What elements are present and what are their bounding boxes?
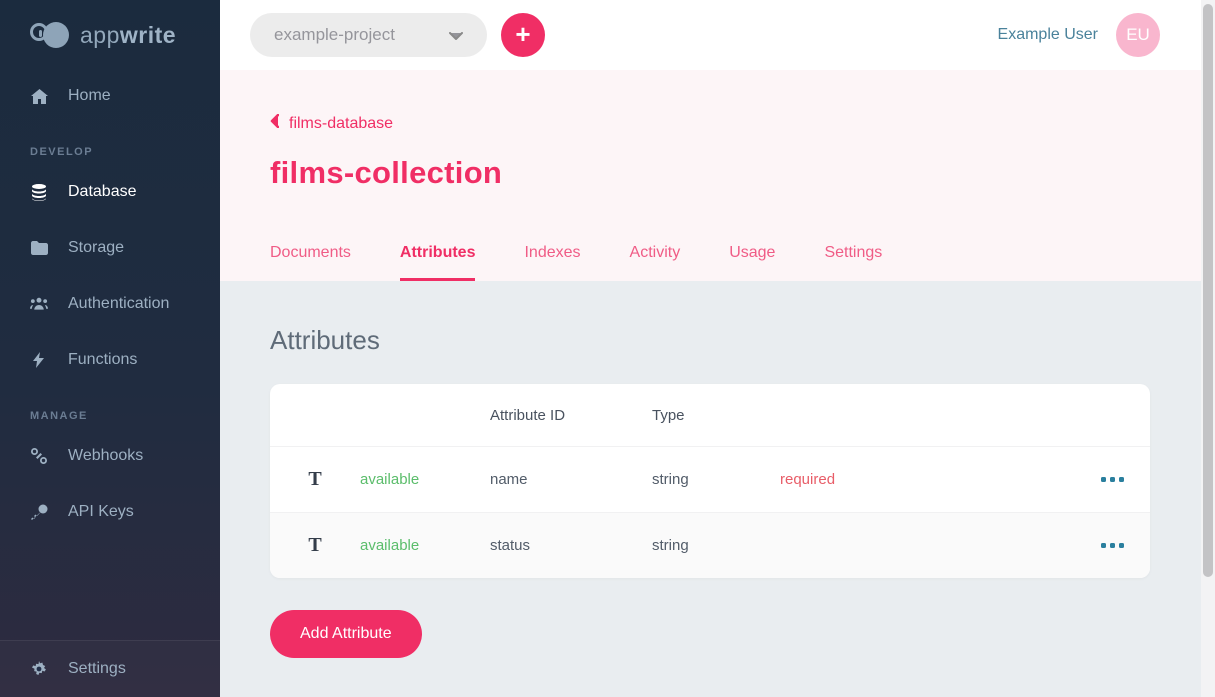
sidebar-item-settings[interactable]: Settings — [0, 640, 220, 697]
app-window: appwrite Home DEVELOP Database Stor — [0, 0, 1215, 697]
type-cell: string — [652, 471, 780, 488]
table-row: T available name string required — [270, 446, 1150, 512]
scrollbar-thumb[interactable] — [1203, 4, 1213, 577]
tab-settings[interactable]: Settings — [824, 244, 882, 281]
sidebar-section-manage: MANAGE — [30, 410, 190, 422]
sidebar-item-home[interactable]: Home — [0, 76, 220, 116]
topbar: example-project + Example User EU — [220, 0, 1215, 70]
required-flag: required — [780, 471, 1080, 488]
user-name-link[interactable]: Example User — [998, 26, 1098, 44]
string-type-icon: T — [308, 534, 321, 557]
column-header-type: Type — [652, 407, 780, 424]
appwrite-logo[interactable]: appwrite — [0, 0, 220, 70]
sidebar-item-storage[interactable]: Storage — [0, 228, 220, 268]
tab-usage[interactable]: Usage — [729, 244, 775, 281]
content-area: Attributes Attribute ID Type T available… — [220, 281, 1215, 697]
topbar-user-area: Example User EU — [998, 13, 1185, 57]
lightning-icon — [30, 352, 48, 368]
folder-icon — [30, 241, 48, 255]
plus-icon: + — [515, 21, 530, 47]
sidebar-item-webhooks[interactable]: Webhooks — [0, 436, 220, 476]
add-project-button[interactable]: + — [501, 13, 545, 57]
table-header-row: Attribute ID Type — [270, 384, 1150, 446]
sidebar-item-label: Database — [68, 183, 137, 201]
attribute-id-cell: status — [490, 537, 652, 554]
sidebar-item-functions[interactable]: Functions — [0, 340, 220, 380]
sidebar-item-label: Settings — [68, 660, 126, 678]
attribute-id-cell: name — [490, 471, 652, 488]
row-actions-menu-button[interactable] — [1080, 477, 1150, 482]
add-attribute-button[interactable]: Add Attribute — [270, 610, 422, 658]
tab-attributes[interactable]: Attributes — [400, 244, 476, 281]
status-badge: available — [360, 537, 490, 554]
sidebar-item-label: Storage — [68, 239, 124, 257]
status-badge: available — [360, 471, 490, 488]
tab-indexes[interactable]: Indexes — [524, 244, 580, 281]
sidebar-item-label: API Keys — [68, 503, 134, 521]
page-scrollbar[interactable] — [1201, 0, 1215, 697]
sidebar: appwrite Home DEVELOP Database Stor — [0, 0, 220, 697]
project-selector-value: example-project — [274, 25, 395, 45]
users-icon — [30, 297, 48, 311]
page-title: films-collection — [270, 155, 1215, 191]
table-row: T available status string — [270, 512, 1150, 578]
chevron-down-icon — [449, 25, 463, 45]
avatar[interactable]: EU — [1116, 13, 1160, 57]
sidebar-section-develop: DEVELOP — [30, 146, 190, 158]
tab-bar: Documents Attributes Indexes Activity Us… — [270, 244, 882, 281]
string-type-icon: T — [308, 468, 321, 491]
link-icon — [30, 448, 48, 464]
sidebar-item-api-keys[interactable]: API Keys — [0, 492, 220, 532]
tab-activity[interactable]: Activity — [630, 244, 681, 281]
sidebar-item-database[interactable]: Database — [0, 172, 220, 212]
row-actions-menu-button[interactable] — [1080, 543, 1150, 548]
home-icon — [30, 89, 48, 104]
column-header-attribute-id: Attribute ID — [490, 407, 652, 424]
avatar-initials: EU — [1126, 25, 1150, 45]
main-area: example-project + Example User EU fil — [220, 0, 1215, 697]
sidebar-item-label: Authentication — [68, 295, 169, 313]
page-header: films-database films-collection Document… — [220, 70, 1215, 281]
section-heading: Attributes — [270, 325, 1215, 356]
type-cell: string — [652, 537, 780, 554]
key-icon — [30, 504, 48, 520]
appwrite-logo-icon — [30, 22, 70, 48]
sidebar-item-label: Home — [68, 87, 111, 105]
sidebar-nav: Home DEVELOP Database Storage Authentic — [0, 70, 220, 532]
appwrite-logo-text: appwrite — [80, 22, 176, 49]
sidebar-item-authentication[interactable]: Authentication — [0, 284, 220, 324]
database-icon — [30, 184, 48, 201]
sidebar-item-label: Webhooks — [68, 447, 143, 465]
breadcrumb[interactable]: films-database — [270, 70, 393, 133]
sidebar-item-label: Functions — [68, 351, 137, 369]
gear-icon — [30, 661, 48, 677]
project-selector[interactable]: example-project — [250, 13, 487, 57]
breadcrumb-label: films-database — [289, 115, 393, 133]
attributes-table: Attribute ID Type T available name strin… — [270, 384, 1150, 578]
tab-documents[interactable]: Documents — [270, 244, 351, 281]
chevron-left-icon — [270, 114, 279, 133]
